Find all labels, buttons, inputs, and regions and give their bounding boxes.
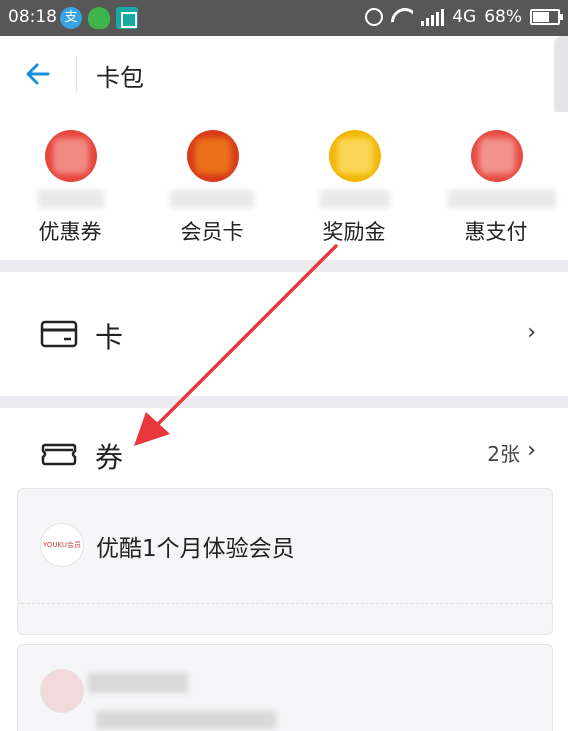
quick-item-membership-cards[interactable]: 会员卡 (142, 112, 282, 260)
blurred-text (448, 190, 556, 208)
blurred-logo (40, 669, 84, 713)
quick-item-label: 会员卡 (180, 220, 244, 244)
shield-icon (88, 7, 110, 29)
battery-percent: 68% (484, 7, 522, 27)
blurred-text (170, 190, 254, 208)
section-gap (0, 396, 568, 408)
blurred-text (320, 190, 390, 208)
rewards-icon (329, 130, 381, 182)
coupons-row-label: 券 (95, 441, 124, 474)
alipay-icon: 支 (60, 7, 82, 29)
coupons-section: 券 2张 › YOUKU会员 优酷1个月体验会员 (0, 408, 568, 731)
chevron-right-icon: › (527, 320, 536, 345)
wifi-icon (391, 8, 413, 26)
ticket-icon (41, 443, 77, 466)
coupon-card-footer (17, 603, 553, 635)
quick-item-label: 惠支付 (464, 220, 528, 244)
status-time: 08:18 (8, 7, 57, 27)
quick-item-label: 奖励金 (322, 220, 386, 244)
arrow-left-icon[interactable] (22, 58, 54, 90)
pay-icon (471, 130, 523, 182)
coupon-card[interactable] (17, 644, 553, 731)
header: 卡包 (0, 36, 568, 112)
battery-icon (530, 9, 563, 25)
coupon-card[interactable]: YOUKU会员 优酷1个月体验会员 (17, 488, 553, 635)
quick-item-label: 优惠券 (38, 220, 102, 244)
header-divider (76, 56, 77, 92)
blurred-text (88, 673, 188, 693)
coupon-title: 优酷1个月体验会员 (96, 536, 295, 562)
quick-item-pay[interactable]: 惠支付 (426, 112, 566, 260)
quick-entry-row: 优惠券 会员卡 奖励金 惠支付 (0, 112, 568, 260)
youku-logo: YOUKU会员 (40, 523, 84, 567)
section-gap (0, 260, 568, 272)
signal-icon (421, 8, 445, 26)
membership-card-icon (187, 130, 239, 182)
network-type: 4G (452, 7, 477, 27)
blurred-text (96, 711, 276, 729)
blurred-text (38, 190, 104, 208)
scan-icon (116, 7, 138, 29)
chevron-right-icon[interactable]: › (527, 438, 536, 463)
coupon-count[interactable]: 2张 (487, 438, 520, 467)
cards-row[interactable]: 卡 › (0, 272, 568, 396)
scroll-edge (554, 36, 568, 116)
cards-row-label: 卡 (95, 321, 124, 354)
quick-item-coupons[interactable]: 优惠券 (0, 112, 140, 260)
alarm-icon (365, 8, 384, 26)
status-bar: 08:18 支 4G 68% (0, 0, 568, 36)
status-right: 4G 68% (365, 7, 563, 27)
page-title: 卡包 (96, 64, 144, 92)
card-icon (40, 320, 78, 348)
coupon-category-icon (45, 130, 97, 182)
quick-item-rewards[interactable]: 奖励金 (284, 112, 424, 260)
